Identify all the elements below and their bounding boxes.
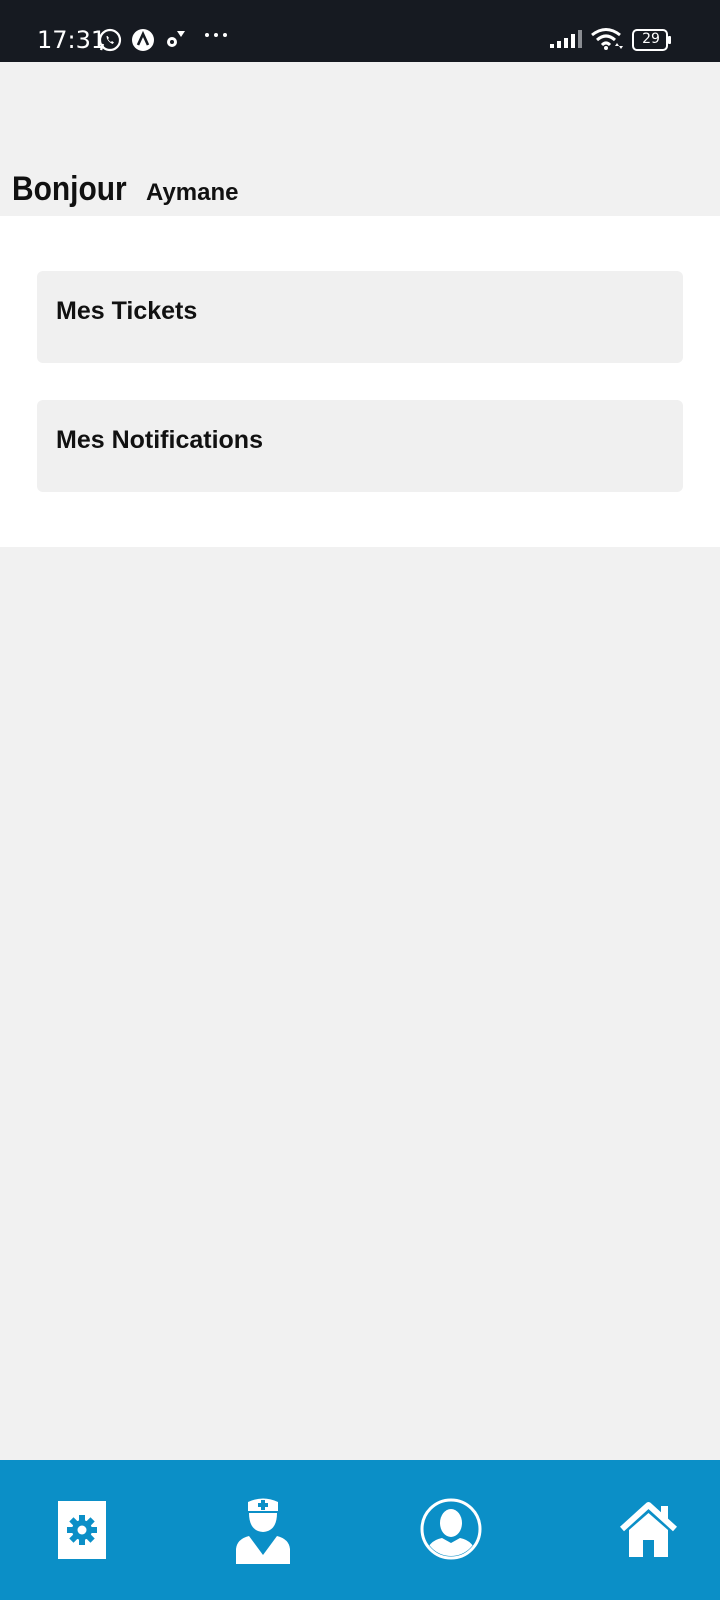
greeting-hello: Bonjour [12, 170, 127, 208]
tickets-card-label: Mes Tickets [56, 297, 198, 325]
home-icon[interactable] [620, 1502, 677, 1557]
doctor-icon[interactable] [235, 1497, 291, 1564]
notifications-card-label: Mes Notifications [56, 426, 263, 454]
notifications-card[interactable]: Mes Notifications [37, 400, 683, 492]
settings-gear-icon [167, 31, 185, 47]
wifi-icon [591, 28, 623, 50]
bottom-navigation [0, 1460, 720, 1600]
content-panel: Mes Tickets Mes Notifications [0, 216, 720, 547]
settings-icon[interactable] [58, 1501, 106, 1559]
status-bar: 17:31 29 [0, 0, 720, 62]
more-dots-icon [205, 33, 227, 37]
whatsapp-icon [98, 28, 122, 52]
greeting-username: Aymane [146, 179, 239, 206]
greeting: Bonjour Aymane [12, 170, 238, 214]
tickets-card[interactable]: Mes Tickets [37, 271, 683, 363]
a-app-icon [132, 29, 154, 51]
profile-icon[interactable] [420, 1497, 482, 1561]
battery-level: 29 [642, 31, 660, 47]
signal-icon [550, 30, 582, 48]
status-time: 17:31 [37, 26, 107, 54]
